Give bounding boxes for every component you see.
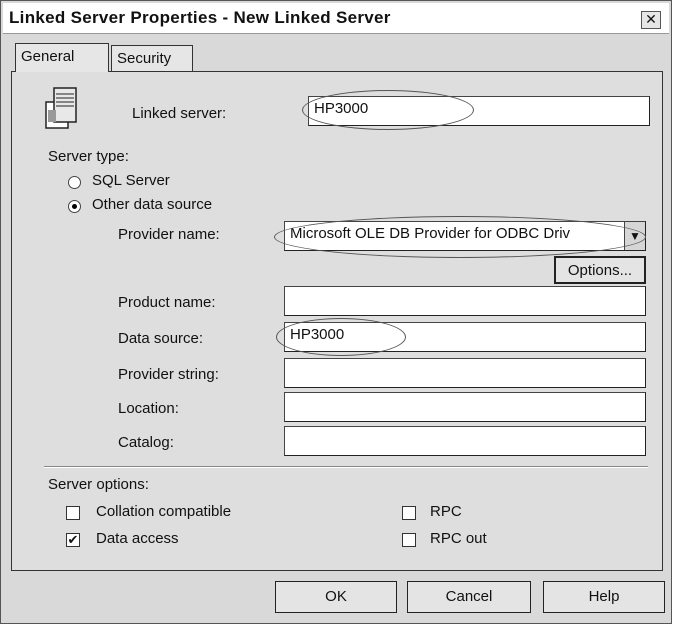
location-label: Location: (118, 400, 179, 417)
data-access-label: Data access (96, 530, 179, 547)
sql-server-label: SQL Server (92, 172, 170, 189)
rpc-out-label: RPC out (430, 530, 487, 547)
options-button-label: Options... (567, 262, 633, 279)
collation-compatible-label: Collation compatible (96, 503, 232, 520)
location-input[interactable] (284, 392, 646, 422)
cancel-button[interactable]: Cancel (407, 581, 531, 613)
product-name-label: Product name: (118, 294, 216, 311)
window-title: Linked Server Properties - New Linked Se… (9, 8, 391, 27)
provider-string-label: Provider string: (118, 366, 219, 383)
linked-server-label: Linked server: (132, 105, 227, 122)
ok-button[interactable]: OK (275, 581, 397, 613)
provider-name-label: Provider name: (118, 226, 220, 243)
dropdown-arrow-icon[interactable]: ▼ (624, 222, 645, 250)
tab-security[interactable]: Security (111, 45, 193, 71)
title-bar[interactable]: Linked Server Properties - New Linked Se… (3, 3, 669, 34)
linked-server-input[interactable]: HP3000 (308, 96, 650, 126)
catalog-input[interactable] (284, 426, 646, 456)
checkmark-icon: ✔ (67, 532, 79, 547)
server-icon (45, 87, 77, 129)
tab-general[interactable]: General (15, 43, 109, 72)
rpc-checkbox[interactable] (402, 506, 416, 520)
options-button[interactable]: Options... (554, 256, 646, 284)
sql-server-radio[interactable] (68, 176, 81, 189)
provider-name-select[interactable]: Microsoft OLE DB Provider for ODBC Driv … (284, 221, 646, 251)
rpc-label: RPC (430, 503, 462, 520)
data-source-input[interactable]: HP3000 (284, 322, 646, 352)
data-source-label: Data source: (118, 330, 204, 347)
rpc-out-checkbox[interactable] (402, 533, 416, 547)
section-divider (44, 466, 648, 468)
other-data-source-label: Other data source (92, 196, 213, 213)
close-button[interactable]: ✕ (641, 11, 661, 29)
server-type-heading: Server type: (48, 148, 129, 165)
data-access-checkbox[interactable]: ✔ (66, 533, 80, 547)
other-data-source-radio[interactable] (68, 200, 81, 213)
help-button-label: Help (588, 588, 620, 605)
collation-compatible-checkbox[interactable] (66, 506, 80, 520)
linked-server-dialog: Linked Server Properties - New Linked Se… (0, 0, 672, 624)
server-options-heading: Server options: (48, 476, 149, 493)
provider-string-input[interactable] (284, 358, 646, 388)
provider-name-value: Microsoft OLE DB Provider for ODBC Driv (290, 225, 571, 242)
catalog-label: Catalog: (118, 434, 174, 451)
cancel-button-label: Cancel (445, 588, 493, 605)
help-button[interactable]: Help (543, 581, 665, 613)
tab-security-label: Security (117, 50, 172, 67)
product-name-input[interactable] (284, 286, 646, 316)
tab-general-label: General (21, 48, 75, 65)
ok-button-label: OK (325, 588, 347, 605)
general-tab-panel: Linked server: HP3000 Server type: SQL S… (11, 71, 663, 571)
